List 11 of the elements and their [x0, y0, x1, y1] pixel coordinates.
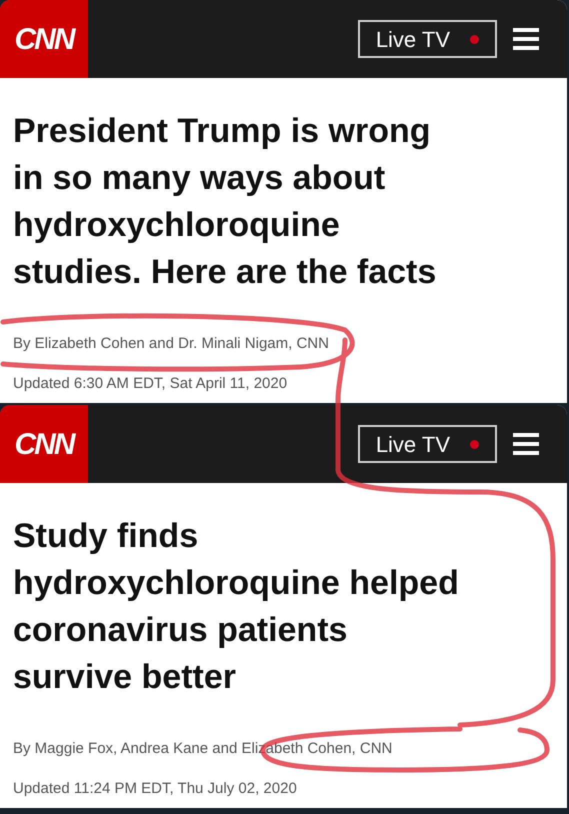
updated-time: Updated 11:24 PM EDT, Thu July 02, 2020 — [12, 778, 298, 798]
logo[interactable]: CNN — [0, 405, 88, 483]
headline: Study finds hydroxychloroquine helped coronavirus patients survive better — [13, 516, 459, 698]
live-tv-button[interactable]: Live TV — [358, 425, 497, 463]
logo[interactable]: CNN — [0, 0, 88, 78]
menu-icon[interactable] — [513, 28, 539, 50]
updated-time: Updated 6:30 AM EDT, Sat April 11, 2020 — [12, 374, 288, 394]
headline: President Trump is wrong in so many ways about hydroxychloroquine studies. Here are the facts — [13, 111, 436, 293]
live-tv-button[interactable]: Live TV — [358, 20, 497, 58]
byline: By Elizabeth Cohen and Dr. Minali Nigam, CNN — [12, 334, 330, 354]
menu-icon[interactable] — [513, 433, 539, 455]
